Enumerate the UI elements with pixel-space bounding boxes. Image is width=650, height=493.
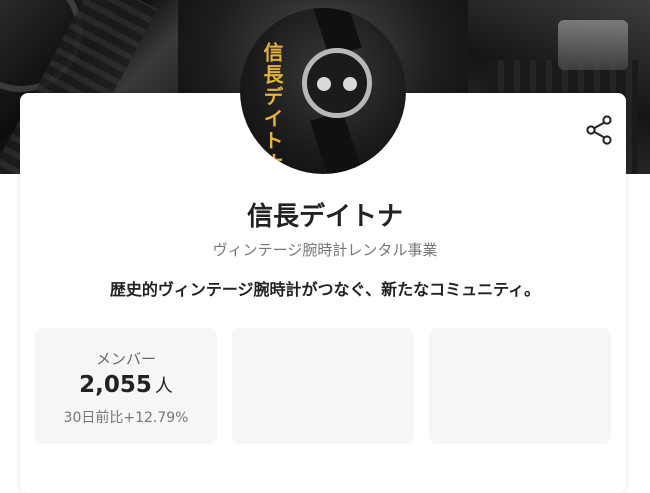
- community-category: ヴィンテージ腕時計レンタル事業: [212, 241, 438, 259]
- community-tagline: 歴史的ヴィンテージ腕時計がつなぐ、新たなコミュニティ。: [109, 280, 541, 299]
- watch-band-decoration: [310, 110, 364, 174]
- watch-face-decoration: [302, 48, 372, 118]
- crown-logo-decoration: [558, 20, 628, 70]
- stat-card-members: メンバー 2,055 人 30日前比+12.79%: [35, 328, 217, 444]
- stat-number: 2,055: [79, 372, 152, 398]
- stat-card-2: [232, 328, 414, 444]
- avatar-logo-text: 信長デイトナ: [260, 42, 284, 174]
- community-name: 信長デイトナ: [246, 202, 403, 232]
- stat-value: 2,055 人: [35, 372, 217, 398]
- avatar: 信長デイトナ: [240, 8, 406, 174]
- stat-card-3: [429, 328, 611, 444]
- stat-unit: 人: [154, 376, 173, 397]
- share-icon[interactable]: [585, 115, 613, 145]
- stat-change: 30日前比+12.79%: [63, 410, 189, 426]
- stat-label: メンバー: [95, 350, 156, 368]
